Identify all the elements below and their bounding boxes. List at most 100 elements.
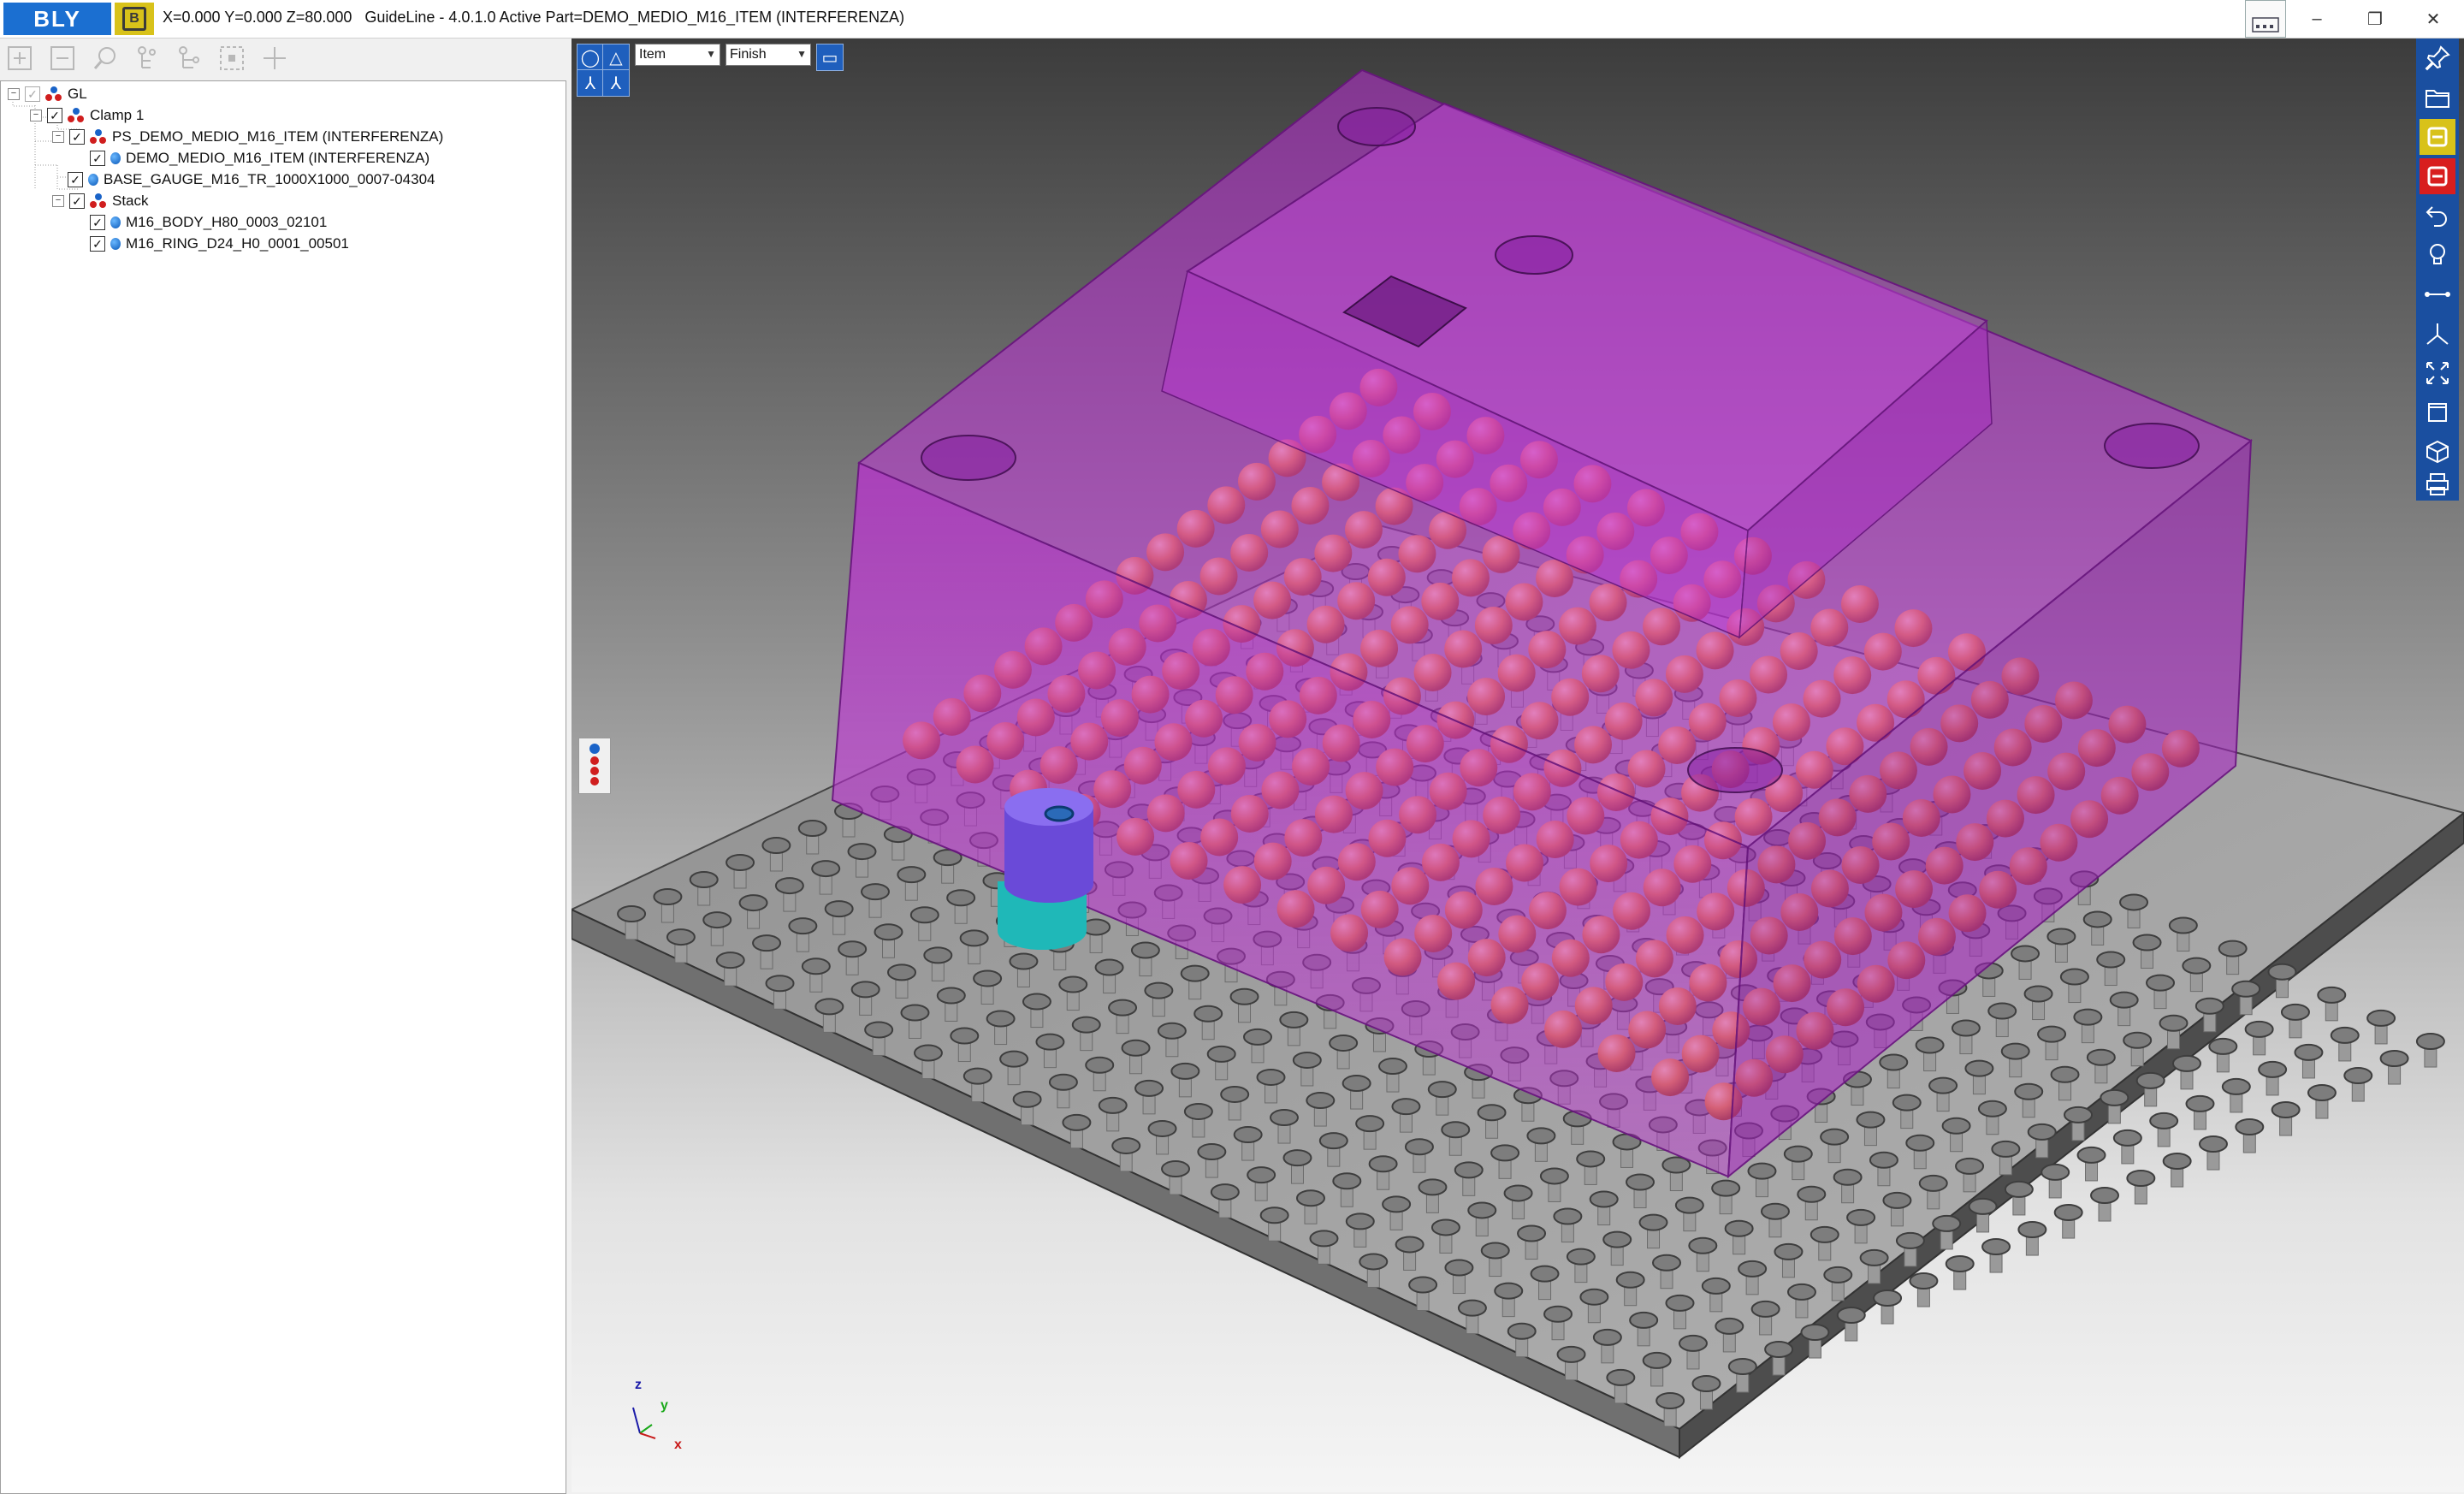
plate-hole [2244, 1020, 2274, 1056]
tree-node-gl[interactable]: − ✓ GL [8, 84, 87, 104]
yellow-b-icon[interactable] [2420, 119, 2455, 155]
view-b-icon[interactable]: ⅄ [602, 69, 630, 97]
plate-hole [2090, 1187, 2120, 1222]
plate-hole [2185, 1094, 2215, 1130]
pin-icon[interactable] [2420, 40, 2455, 76]
logo-text: BLY [33, 5, 81, 32]
lightbulb-icon[interactable] [2420, 237, 2455, 273]
sphere-view-icon[interactable]: ◯ [577, 44, 604, 71]
bly-logo[interactable]: BLY [3, 3, 111, 35]
part-icon [110, 152, 121, 164]
tree-node-m16-body[interactable]: ✓ M16_BODY_H80_0003_02101 [90, 212, 327, 233]
plate-hole [2235, 1118, 2265, 1153]
plate-hole [2258, 1060, 2288, 1096]
add-icon[interactable] [260, 44, 289, 73]
tree-add-icon[interactable] [132, 44, 161, 73]
collapse-toggle-icon[interactable]: − [30, 110, 42, 122]
plate-hole [2171, 1054, 2201, 1090]
axis-icon[interactable] [2420, 316, 2455, 352]
checkbox[interactable]: ✓ [90, 151, 105, 166]
chevron-down-icon: ▼ [797, 48, 807, 60]
measure-icon[interactable] [2420, 276, 2455, 312]
tree-node-label: PS_DEMO_MEDIO_M16_ITEM (INTERFERENZA) [112, 128, 444, 145]
plate-hole [2415, 1033, 2445, 1068]
tree-node-label: GL [68, 86, 87, 102]
plate-hole [1981, 1238, 2011, 1273]
checkbox[interactable]: ✓ [69, 129, 85, 145]
assembly-icon [90, 193, 107, 209]
iso-view-icon[interactable] [2420, 434, 2455, 470]
plate-hole [2294, 1043, 2324, 1079]
checkbox[interactable]: ✓ [68, 172, 83, 187]
panel-toggle-icon[interactable]: ▭ [816, 44, 844, 71]
restore-button[interactable]: ❐ [2348, 0, 2402, 38]
checkbox[interactable]: ✓ [47, 108, 62, 123]
tree-node-ps-demo[interactable]: − ✓ PS_DEMO_MEDIO_M16_ITEM (INTERFERENZA… [52, 127, 443, 147]
search-icon[interactable] [91, 44, 120, 73]
title-bar: BLY B X=0.000 Y=0.000 Z=80.000 GuideLine… [0, 0, 2464, 39]
collapse-toggle-icon[interactable]: − [52, 131, 64, 143]
tree-node-label: DEMO_MEDIO_M16_ITEM (INTERFERENZA) [126, 150, 430, 166]
plate-hole [2307, 1084, 2337, 1119]
tree-node-label: M16_RING_D24_H0_0001_00501 [126, 235, 349, 252]
plate-hole [2017, 1221, 2047, 1256]
plate-hole [2112, 1129, 2142, 1165]
plate-hole [2149, 1112, 2179, 1147]
stack-cylinder[interactable] [998, 788, 1093, 950]
view-a-icon[interactable]: ⅄ [577, 69, 604, 97]
layer-widget[interactable] [578, 738, 611, 794]
tree-node-m16-ring[interactable]: ✓ M16_RING_D24_H0_0001_00501 [90, 234, 349, 254]
plate-hole [2366, 1009, 2396, 1045]
cone-view-icon[interactable]: △ [602, 44, 630, 71]
plate-hole [1909, 1272, 1939, 1307]
tree-node-demo-medio[interactable]: ✓ DEMO_MEDIO_M16_ITEM (INTERFERENZA) [90, 148, 429, 169]
collapse-icon[interactable] [48, 44, 77, 73]
plate-hole [1945, 1255, 1975, 1290]
plate-hole [2040, 1163, 2070, 1199]
assembly-icon [45, 86, 62, 102]
expand-icon[interactable] [5, 44, 34, 73]
3d-viewport[interactable]: z y x ◯ △ ⅄ ⅄ Item ▼ Finish ▼ ▭ [572, 39, 2464, 1492]
fit-icon[interactable] [2420, 355, 2455, 391]
select-frame-icon[interactable] [217, 44, 246, 73]
checkbox[interactable]: ✓ [90, 215, 105, 230]
plate-hole [2126, 1170, 2156, 1205]
tree-node-label: Stack [112, 193, 149, 209]
plate-hole [2280, 1003, 2310, 1039]
open-folder-icon[interactable] [2420, 80, 2455, 116]
tree-node-label: M16_BODY_H80_0003_02101 [126, 214, 328, 230]
cad-scene[interactable]: z y x [572, 39, 2464, 1492]
collapse-toggle-icon[interactable]: − [8, 88, 20, 100]
layout-icon[interactable] [2245, 0, 2286, 38]
close-button[interactable]: ✕ [2406, 0, 2461, 38]
tree-node-base-gauge[interactable]: ✓ BASE_GAUGE_M16_TR_1000X1000_0007-04304 [68, 169, 435, 190]
checkbox[interactable]: ✓ [90, 236, 105, 252]
right-toolbar [2416, 39, 2459, 501]
tree-hierarchy-icon[interactable] [175, 44, 204, 73]
selection-mode-select[interactable]: Item ▼ [635, 44, 720, 66]
axis-z-label: z [635, 1378, 642, 1392]
plate-hole [2162, 1153, 2192, 1188]
tree-node-stack[interactable]: − ✓ Stack [52, 191, 149, 211]
checkbox[interactable]: ✓ [25, 86, 40, 102]
tree-node-label: BASE_GAUGE_M16_TR_1000X1000_0007-04304 [104, 171, 435, 187]
collapse-toggle-icon[interactable]: − [52, 195, 64, 207]
finish-select[interactable]: Finish ▼ [726, 44, 811, 66]
tree-node-clamp[interactable]: − ✓ Clamp 1 [30, 105, 144, 126]
checkbox[interactable]: ✓ [69, 193, 85, 209]
plate-hole [2053, 1204, 2083, 1239]
view-box-icon[interactable] [2420, 394, 2455, 430]
axis-triad: z y x [632, 1378, 682, 1452]
tree-toolbar [0, 39, 568, 76]
undo-icon[interactable] [2420, 198, 2455, 234]
red-b-icon[interactable] [2420, 158, 2455, 194]
print-icon[interactable] [2420, 466, 2455, 502]
minimize-button[interactable]: – [2289, 0, 2344, 38]
plate-hole [2076, 1146, 2106, 1182]
b-logo-button[interactable]: B [115, 3, 154, 35]
tree-node-label: Clamp 1 [90, 107, 145, 123]
plate-hole [2271, 1101, 2301, 1136]
part-icon [110, 238, 121, 250]
plate-hole [2317, 986, 2347, 1022]
selection-mode-value: Item [639, 47, 666, 62]
